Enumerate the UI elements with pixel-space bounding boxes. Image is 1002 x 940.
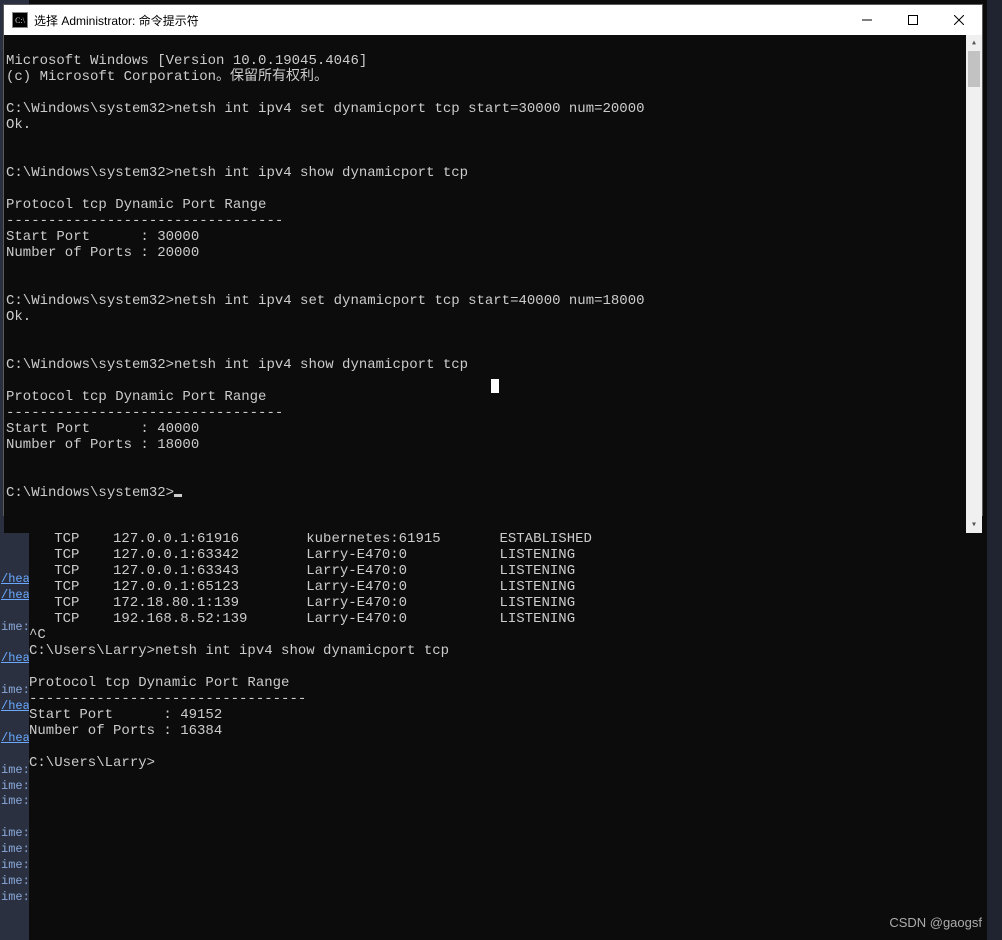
gutter-line: /hea: [0, 651, 29, 667]
output-line: Protocol tcp Dynamic Port Range: [6, 389, 266, 405]
close-icon: [954, 15, 964, 25]
gutter-line: ime:: [0, 683, 29, 699]
netstat-row: TCP 127.0.0.1:65123 Larry-E470:0 LISTENI…: [29, 579, 575, 595]
cmd-window: C:\ 选择 Administrator: 命令提示符 Microsoft Wi…: [3, 4, 983, 516]
gutter-line: ime:: [0, 826, 29, 842]
gutter-line: [0, 604, 29, 620]
titlebar[interactable]: C:\ 选择 Administrator: 命令提示符: [4, 5, 982, 35]
background-scrollbar[interactable]: [987, 0, 1002, 940]
output-line: Protocol tcp Dynamic Port Range: [29, 675, 289, 691]
cmd-line: C:\Users\Larry>netsh int ipv4 show dynam…: [29, 643, 449, 659]
gutter-line: ime:: [0, 620, 29, 636]
scroll-down-arrow[interactable]: ▾: [966, 517, 982, 533]
gutter-line: [0, 810, 29, 826]
gutter-line: ime:: [0, 842, 29, 858]
cmd-scrollbar[interactable]: ▴ ▾: [966, 35, 982, 533]
output-line: Start Port : 40000: [6, 421, 199, 437]
gutter-line: /hea: [0, 731, 29, 747]
netstat-row: TCP 172.18.80.1:139 Larry-E470:0 LISTENI…: [29, 595, 575, 611]
output-line: Ok.: [6, 309, 31, 325]
cmd-prompt: C:\Windows\system32>: [6, 485, 174, 501]
text-cursor: [174, 494, 182, 497]
output-line: ---------------------------------: [6, 213, 283, 229]
minimize-icon: [862, 15, 872, 25]
netstat-row: TCP 192.168.8.52:139 Larry-E470:0 LISTEN…: [29, 611, 575, 627]
cmd-line: C:\Windows\system32>netsh int ipv4 show …: [6, 357, 468, 373]
output-line: Number of Ports : 16384: [29, 723, 222, 739]
cmd-line: C:\Windows\system32>netsh int ipv4 set d…: [6, 293, 645, 309]
minimize-button[interactable]: [844, 5, 890, 35]
output-line: (c) Microsoft Corporation。保留所有权利。: [6, 69, 328, 85]
gutter-line: [0, 636, 29, 652]
gutter-line: ime:: [0, 858, 29, 874]
close-button[interactable]: [936, 5, 982, 35]
cmd-line: C:\Users\Larry>: [29, 755, 155, 771]
output-line: Microsoft Windows [Version 10.0.19045.40…: [6, 53, 367, 69]
maximize-button[interactable]: [890, 5, 936, 35]
output-line: Start Port : 30000: [6, 229, 199, 245]
gutter-line: ime:: [0, 874, 29, 890]
gutter-line: ime:: [0, 890, 29, 906]
gutter-line: ime:: [0, 763, 29, 779]
selection-cursor: [491, 379, 499, 393]
cmd-line: C:\Windows\system32>netsh int ipv4 show …: [6, 165, 468, 181]
output-line: ---------------------------------: [6, 405, 283, 421]
gutter-line: /hea: [0, 699, 29, 715]
gutter-line: ime:: [0, 794, 29, 810]
watermark: CSDN @gaogsf: [889, 915, 982, 930]
ctrl-c: ^C: [29, 627, 46, 643]
gutter-line: [0, 747, 29, 763]
netstat-row: TCP 127.0.0.1:61916 kubernetes:61915 EST…: [29, 531, 592, 547]
gutter-line: [0, 715, 29, 731]
netstat-row: TCP 127.0.0.1:63342 Larry-E470:0 LISTENI…: [29, 547, 575, 563]
gutter-line: /hea: [0, 572, 29, 588]
output-line: ---------------------------------: [29, 691, 306, 707]
netstat-row: TCP 127.0.0.1:63343 Larry-E470:0 LISTENI…: [29, 563, 575, 579]
window-title: 选择 Administrator: 命令提示符: [34, 12, 199, 29]
gutter-line: [0, 667, 29, 683]
gutter-line: ime:: [0, 779, 29, 795]
output-line: Number of Ports : 18000: [6, 437, 199, 453]
maximize-icon: [908, 15, 918, 25]
cmd-icon: C:\: [12, 12, 28, 28]
output-line: Number of Ports : 20000: [6, 245, 199, 261]
output-line: Protocol tcp Dynamic Port Range: [6, 197, 266, 213]
output-line: Ok.: [6, 117, 31, 133]
scroll-up-arrow[interactable]: ▴: [966, 35, 982, 51]
gutter-line: /hea: [0, 588, 29, 604]
output-line: Start Port : 49152: [29, 707, 222, 723]
cmd-line: C:\Windows\system32>netsh int ipv4 set d…: [6, 101, 645, 117]
scroll-thumb[interactable]: [968, 51, 980, 87]
cmd-output-area[interactable]: Microsoft Windows [Version 10.0.19045.40…: [4, 35, 966, 533]
